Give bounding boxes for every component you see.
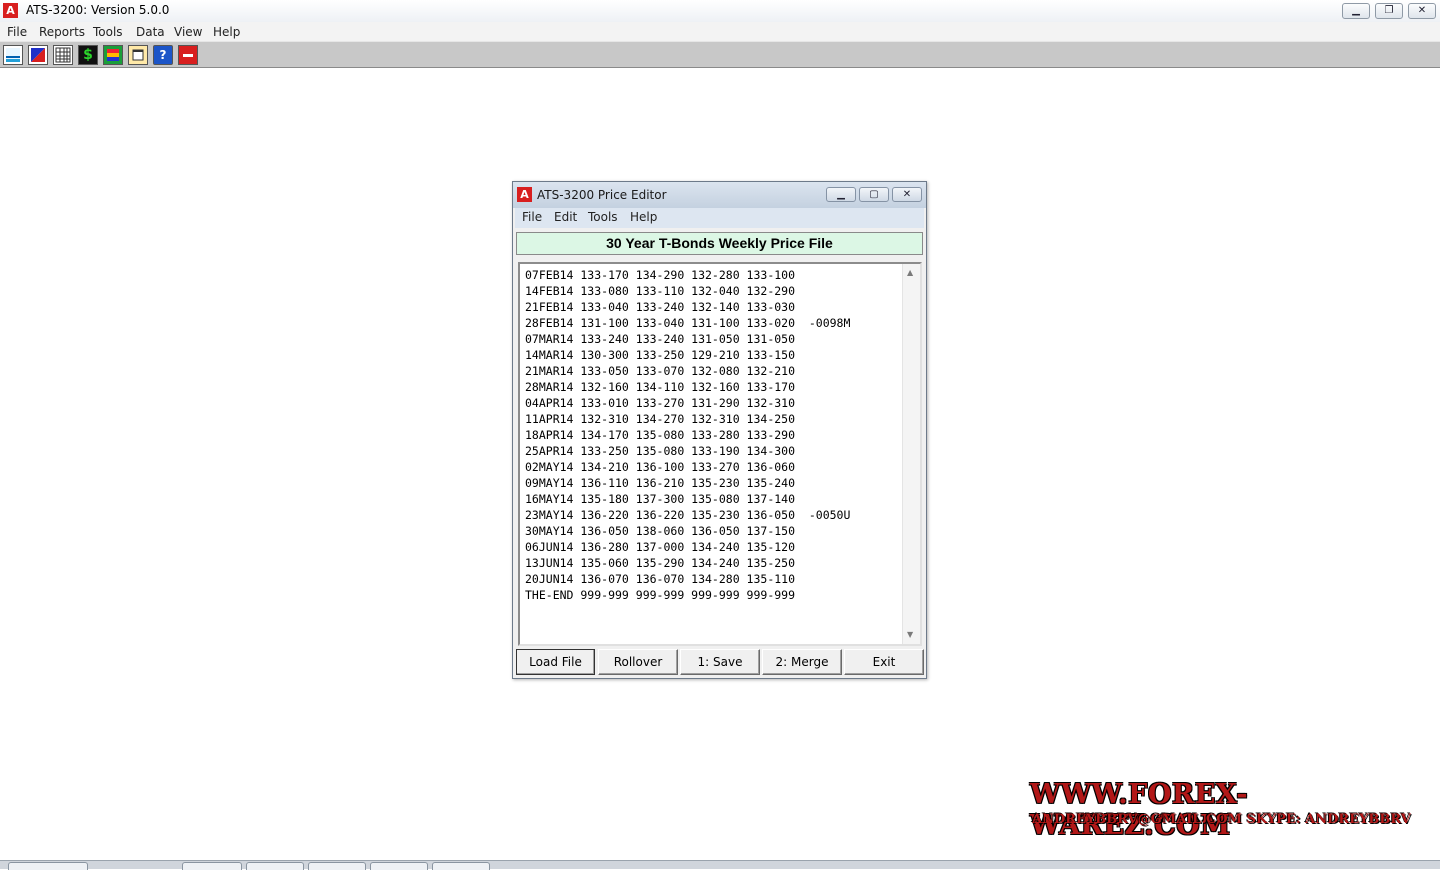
dialog-minimize-icon[interactable]: ▁ — [826, 187, 856, 202]
dialog-titlebar: A ATS-3200 Price Editor ▁ ▢ ✕ — [513, 182, 926, 208]
scroll-up-icon[interactable]: ▲ — [907, 268, 913, 277]
load-file-button[interactable]: Load File — [516, 649, 595, 675]
price-editor-dialog: A ATS-3200 Price Editor ▁ ▢ ✕ File Edit … — [512, 181, 927, 679]
price-data-text[interactable]: 07FEB14 133-170 134-290 132-280 133-100 … — [525, 267, 850, 603]
main-toolbar: $ ? — [0, 41, 1440, 68]
dialog-close-icon[interactable]: ✕ — [892, 187, 922, 202]
grid-table-icon[interactable] — [53, 45, 73, 65]
color-bars-icon[interactable] — [103, 45, 123, 65]
dialog-menubar: File Edit Tools Help — [515, 208, 924, 228]
dialog-title: ATS-3200 Price Editor — [537, 188, 667, 202]
taskbar-item[interactable] — [182, 862, 242, 870]
window-icon-graphic — [132, 49, 144, 61]
menu-data[interactable]: Data — [136, 25, 165, 39]
dialog-menu-help[interactable]: Help — [630, 210, 657, 224]
minimize-icon[interactable]: ▁ — [1342, 3, 1370, 19]
window-title: ATS-3200: Version 5.0.0 — [26, 3, 170, 17]
stop-icon[interactable] — [178, 45, 198, 65]
editor-scrollbar[interactable]: ▲ ▼ — [902, 264, 920, 644]
window-icon[interactable] — [128, 45, 148, 65]
menu-reports[interactable]: Reports — [39, 25, 85, 39]
line-chart-icon-graphic — [31, 48, 45, 62]
menu-tools[interactable]: Tools — [93, 25, 123, 39]
dialog-logo-icon: A — [517, 187, 532, 202]
menu-view[interactable]: View — [174, 25, 202, 39]
app-logo-icon: A — [3, 3, 18, 18]
dollar-icon[interactable]: $ — [78, 45, 98, 65]
dialog-menu-edit[interactable]: Edit — [554, 210, 577, 224]
dialog-button-row: Load File Rollover 1: Save 2: Merge Exit — [515, 649, 926, 677]
dialog-menu-file[interactable]: File — [522, 210, 542, 224]
taskbar-start-button[interactable] — [8, 862, 88, 870]
chart-icon[interactable] — [3, 45, 23, 65]
menu-file[interactable]: File — [7, 25, 27, 39]
taskbar-item[interactable] — [432, 862, 490, 870]
watermark-contact: ANDREYBBRV@GMAIL.COM SKYPE: ANDREYBBRV — [1032, 812, 1411, 827]
taskbar-item[interactable] — [308, 862, 366, 870]
menu-help[interactable]: Help — [213, 25, 240, 39]
color-bars-icon-graphic — [107, 49, 119, 61]
close-icon[interactable]: ✕ — [1408, 3, 1436, 19]
price-file-header: 30 Year T-Bonds Weekly Price File — [516, 232, 923, 255]
chart-icon-graphic — [6, 48, 20, 62]
dialog-menu-tools[interactable]: Tools — [588, 210, 618, 224]
taskbar-item[interactable] — [246, 862, 304, 870]
exit-button[interactable]: Exit — [844, 649, 924, 675]
help-icon[interactable]: ? — [153, 45, 173, 65]
price-data-editor[interactable]: 07FEB14 133-170 134-290 132-280 133-100 … — [518, 262, 922, 646]
taskbar-item[interactable] — [370, 862, 428, 870]
main-titlebar: A ATS-3200: Version 5.0.0 ▁ ❐ ✕ — [0, 0, 1440, 23]
main-menubar: File Reports Tools Data View Help — [0, 22, 1440, 41]
watermark-site: WWW.FOREX-WAREZ.COM — [1030, 779, 1249, 841]
stop-icon-graphic — [183, 54, 193, 57]
scroll-down-icon[interactable]: ▼ — [907, 630, 913, 639]
line-chart-icon[interactable] — [28, 45, 48, 65]
merge-button[interactable]: 2: Merge — [762, 649, 842, 675]
save-button[interactable]: 1: Save — [680, 649, 760, 675]
grid-table-icon-graphic — [55, 47, 71, 63]
restore-icon[interactable]: ❐ — [1375, 3, 1403, 19]
rollover-button[interactable]: Rollover — [598, 649, 678, 675]
dialog-maximize-icon[interactable]: ▢ — [859, 187, 889, 202]
